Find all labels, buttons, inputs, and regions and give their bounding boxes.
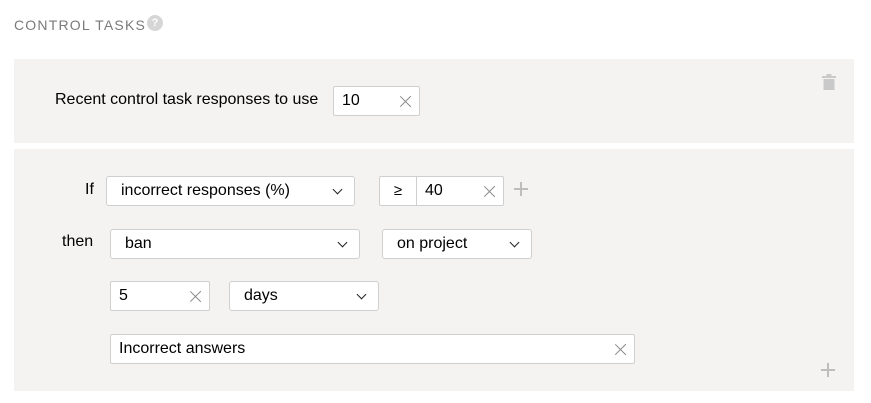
chevron-down-icon — [356, 289, 367, 300]
reason-value: Incorrect answers — [119, 340, 246, 357]
help-icon[interactable]: ? — [147, 15, 163, 31]
duration-unit-select[interactable]: days — [229, 281, 379, 311]
add-condition-icon[interactable] — [514, 182, 528, 196]
scope-value: on project — [397, 235, 468, 252]
action-value: ban — [125, 235, 152, 252]
action-select[interactable]: ban — [110, 229, 360, 259]
recent-responses-input[interactable]: 10 — [333, 86, 420, 116]
duration-unit-value: days — [244, 287, 278, 304]
clear-icon[interactable] — [614, 343, 627, 356]
condition-value: incorrect responses (%) — [121, 182, 290, 199]
condition-select[interactable]: incorrect responses (%) — [106, 176, 355, 206]
chevron-down-icon — [509, 237, 520, 248]
reason-input[interactable]: Incorrect answers — [110, 334, 635, 364]
duration-value: 5 — [119, 287, 128, 304]
section-title: CONTROL TASKS — [14, 17, 147, 33]
recent-responses-value: 10 — [342, 92, 360, 109]
add-rule-icon[interactable] — [821, 363, 835, 377]
chevron-down-icon — [332, 184, 343, 195]
threshold-input[interactable]: 40 — [416, 176, 504, 206]
clear-icon[interactable] — [189, 290, 202, 303]
recent-responses-label: Recent control task responses to use — [55, 91, 319, 108]
then-label: then — [62, 233, 94, 250]
chevron-down-icon — [337, 237, 348, 248]
threshold-value: 40 — [425, 182, 443, 199]
if-label: If — [85, 181, 94, 198]
trash-icon[interactable] — [822, 74, 836, 90]
clear-icon[interactable] — [483, 185, 496, 198]
operator-select[interactable]: ≥ — [379, 176, 417, 206]
scope-select[interactable]: on project — [382, 229, 532, 259]
clear-icon[interactable] — [399, 95, 412, 108]
duration-input[interactable]: 5 — [110, 281, 210, 311]
